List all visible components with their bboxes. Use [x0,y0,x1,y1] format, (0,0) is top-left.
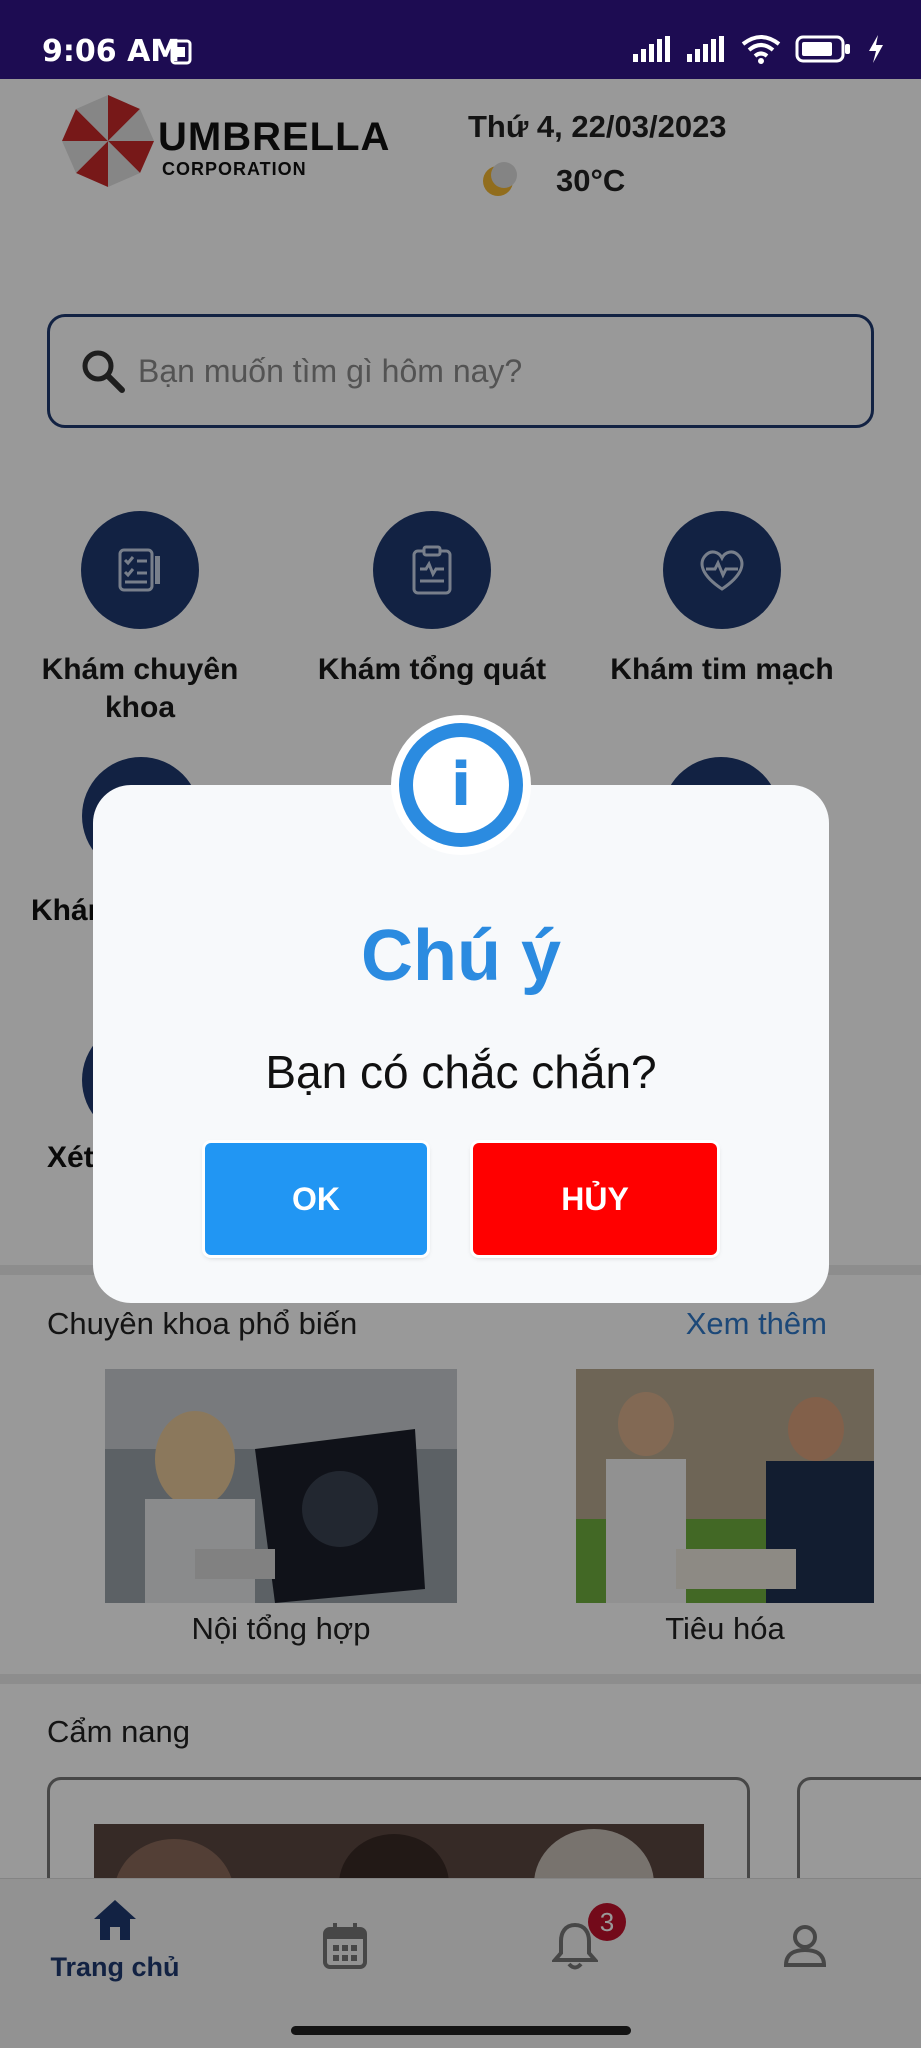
battery-icon [795,35,850,63]
status-bar: 9:06 AM [0,0,921,79]
info-icon: i [413,737,509,833]
cancel-button[interactable]: HỦY [473,1143,717,1255]
info-icon-ring: i [391,715,531,855]
confirm-dialog: i Chú ý Bạn có chắc chắn? OK HỦY [93,715,829,1303]
wifi-icon [741,35,781,64]
signal-2-icon [687,36,724,62]
dialog-title: Chú ý [360,916,561,996]
signal-1-icon [633,36,670,62]
sim-icon [170,39,192,65]
ok-button[interactable]: OK [205,1143,427,1255]
status-time: 9:06 AM [42,34,181,69]
charging-icon [869,35,883,63]
dialog-message: Bạn có chắc chắn? [265,1046,657,1098]
